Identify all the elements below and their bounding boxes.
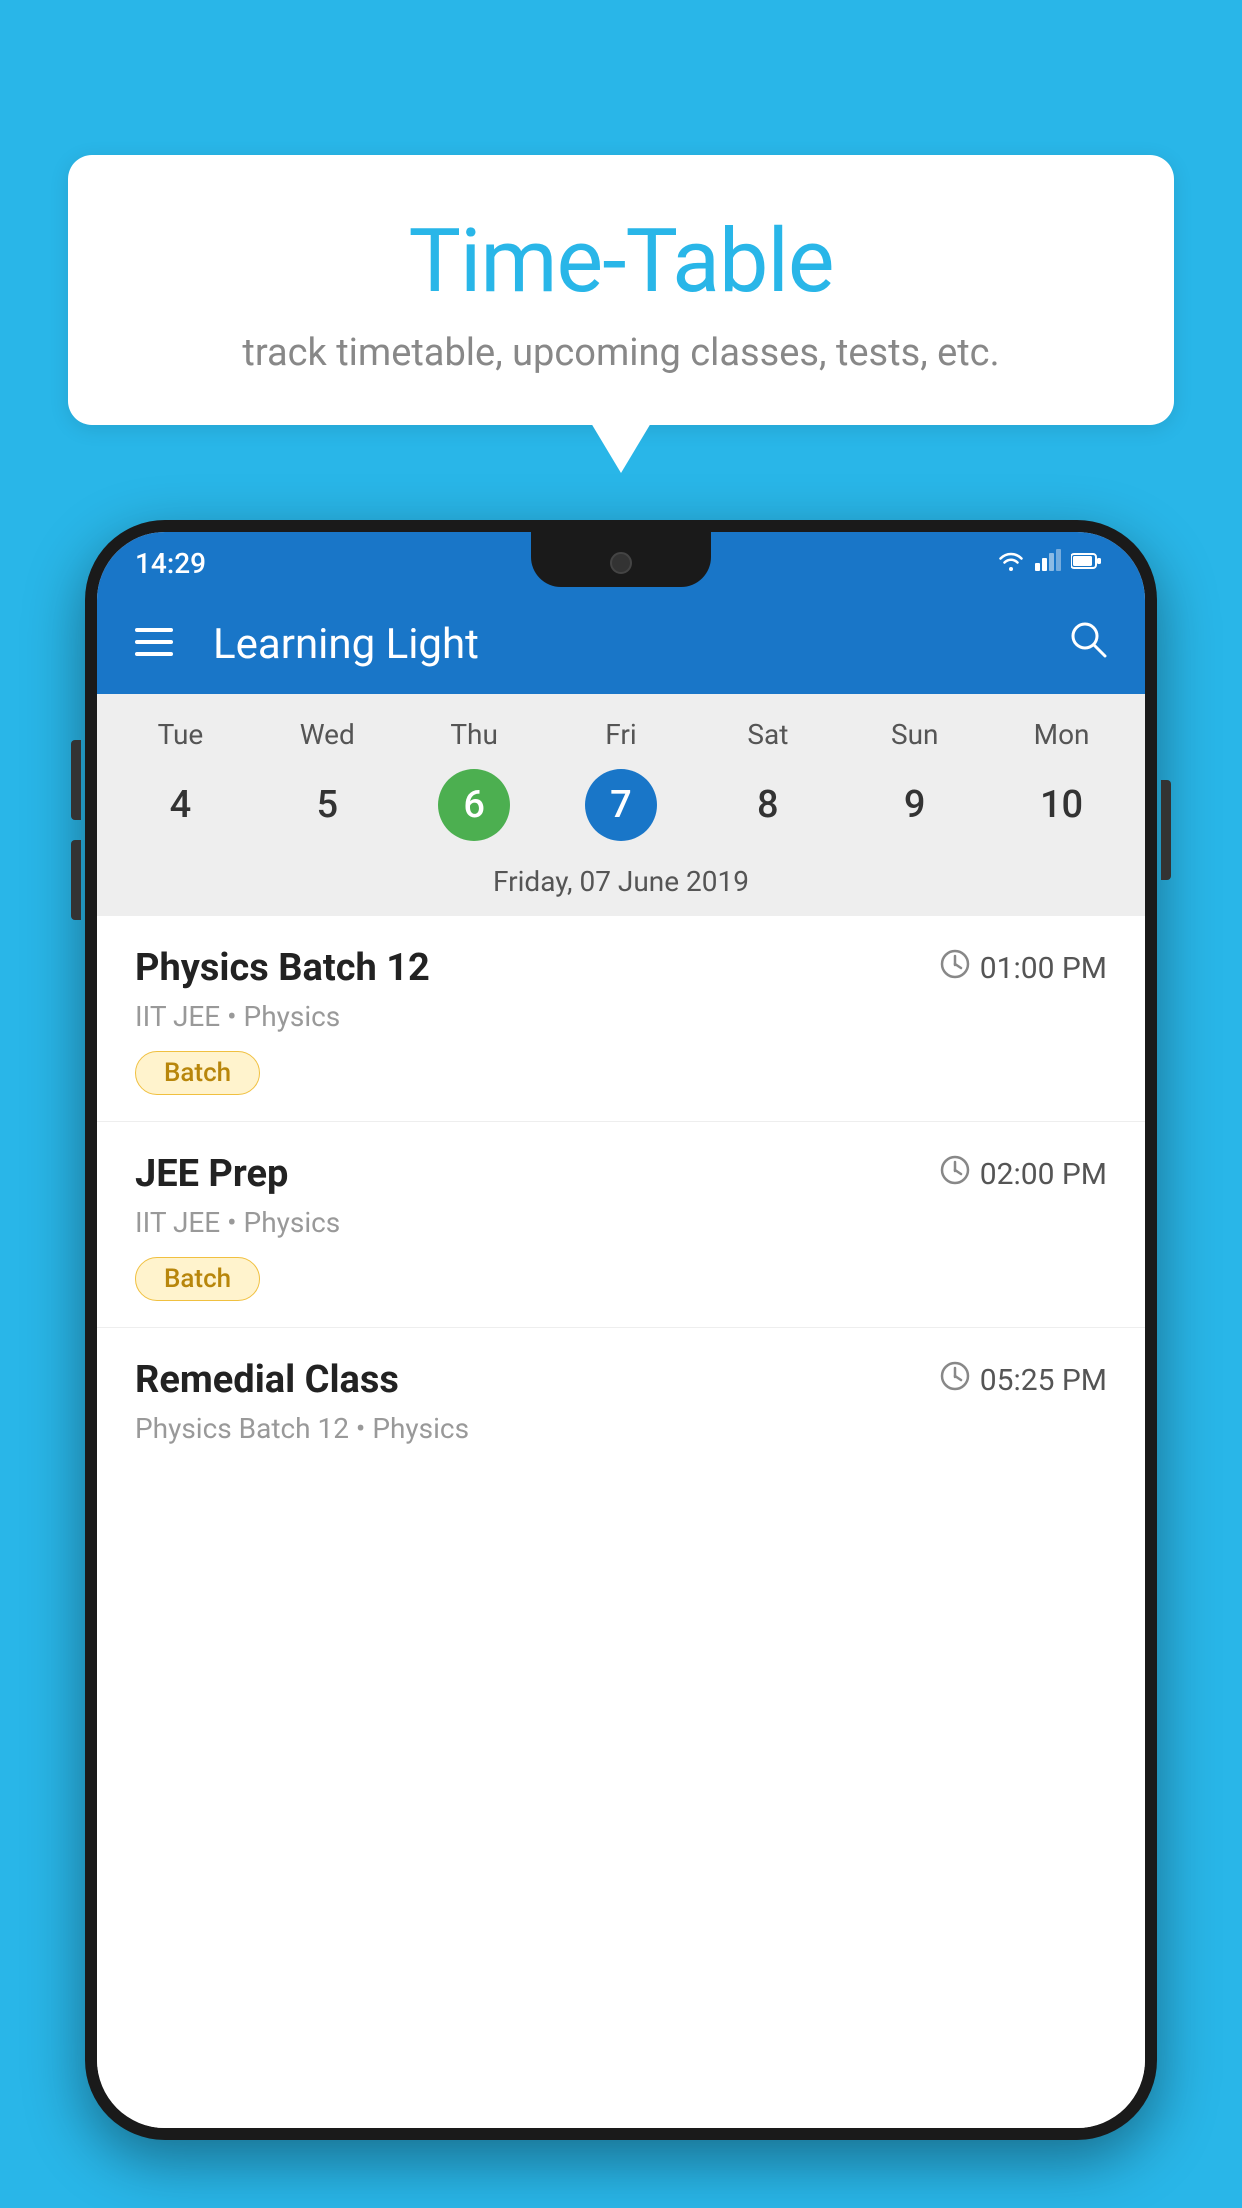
schedule-list: Physics Batch 12 01:00 PM: [97, 916, 1145, 2128]
phone-wrapper: 14:29: [85, 520, 1157, 2208]
schedule-item-1[interactable]: Physics Batch 12 01:00 PM: [97, 916, 1145, 1122]
battery-icon: [1071, 551, 1101, 576]
search-icon[interactable]: [1069, 620, 1107, 668]
day-numbers: 4 5 6 7 8: [107, 757, 1135, 855]
day-header-wed: Wed: [254, 712, 401, 757]
menu-icon[interactable]: [135, 626, 173, 662]
schedule-item-3-header: Remedial Class 05:25 PM: [135, 1358, 1107, 1402]
day-cell-10[interactable]: 10: [988, 765, 1135, 845]
volume-down-button: [71, 840, 81, 920]
speech-bubble-container: Time-Table track timetable, upcoming cla…: [68, 155, 1174, 425]
schedule-item-3-title: Remedial Class: [135, 1358, 399, 1402]
bubble-subtitle: track timetable, upcoming classes, tests…: [128, 331, 1114, 375]
day-num-10: 10: [1026, 769, 1098, 841]
schedule-item-1-time-text: 01:00 PM: [980, 951, 1107, 986]
day-cell-8[interactable]: 8: [694, 765, 841, 845]
schedule-item-1-header: Physics Batch 12 01:00 PM: [135, 946, 1107, 990]
schedule-item-1-badge: Batch: [135, 1051, 260, 1095]
day-num-7-selected: 7: [585, 769, 657, 841]
clock-icon-2: [940, 1155, 970, 1193]
day-header-sun: Sun: [841, 712, 988, 757]
schedule-item-3-subtitle: Physics Batch 12 • Physics: [135, 1412, 1107, 1445]
day-header-sat: Sat: [694, 712, 841, 757]
background: Time-Table track timetable, upcoming cla…: [0, 0, 1242, 2208]
app-title: Learning Light: [213, 620, 1069, 669]
schedule-item-2-badge: Batch: [135, 1257, 260, 1301]
day-num-8: 8: [732, 769, 804, 841]
signal-icon: [1035, 549, 1061, 577]
day-num-4: 4: [144, 769, 216, 841]
schedule-item-2-time-text: 02:00 PM: [980, 1157, 1107, 1192]
schedule-item-2[interactable]: JEE Prep 02:00 PM: [97, 1122, 1145, 1328]
day-cell-6[interactable]: 6: [401, 765, 548, 845]
day-header-fri: Fri: [548, 712, 695, 757]
phone-screen: 14:29: [97, 532, 1145, 2128]
status-icons: [997, 549, 1101, 577]
wifi-icon: [997, 549, 1025, 577]
schedule-item-2-title: JEE Prep: [135, 1152, 288, 1196]
selected-date-label: Friday, 07 June 2019: [107, 855, 1135, 916]
schedule-item-3[interactable]: Remedial Class 05:25 PM: [97, 1328, 1145, 1483]
schedule-item-1-subtitle: IIT JEE • Physics: [135, 1000, 1107, 1033]
schedule-item-1-title: Physics Batch 12: [135, 946, 430, 990]
day-header-thu: Thu: [401, 712, 548, 757]
phone-frame: 14:29: [85, 520, 1157, 2140]
volume-up-button: [71, 740, 81, 820]
day-header-mon: Mon: [988, 712, 1135, 757]
day-num-6-today: 6: [438, 769, 510, 841]
phone-notch: [531, 532, 711, 587]
schedule-item-2-header: JEE Prep 02:00 PM: [135, 1152, 1107, 1196]
bubble-title: Time-Table: [128, 210, 1114, 313]
schedule-item-3-time-text: 05:25 PM: [980, 1363, 1107, 1398]
day-cell-7[interactable]: 7: [548, 765, 695, 845]
phone-camera: [610, 552, 632, 574]
app-bar: Learning Light: [97, 594, 1145, 694]
day-cell-4[interactable]: 4: [107, 765, 254, 845]
power-button: [1161, 780, 1171, 880]
day-cell-5[interactable]: 5: [254, 765, 401, 845]
day-num-5: 5: [291, 769, 363, 841]
schedule-item-2-time: 02:00 PM: [940, 1155, 1107, 1193]
day-header-tue: Tue: [107, 712, 254, 757]
clock-icon-1: [940, 949, 970, 987]
speech-bubble: Time-Table track timetable, upcoming cla…: [68, 155, 1174, 425]
day-num-9: 9: [879, 769, 951, 841]
status-time: 14:29: [135, 547, 206, 580]
clock-icon-3: [940, 1361, 970, 1399]
day-cell-9[interactable]: 9: [841, 765, 988, 845]
schedule-item-3-time: 05:25 PM: [940, 1361, 1107, 1399]
day-headers: Tue Wed Thu Fri Sat Sun Mon: [107, 694, 1135, 757]
schedule-item-1-time: 01:00 PM: [940, 949, 1107, 987]
schedule-item-2-subtitle: IIT JEE • Physics: [135, 1206, 1107, 1239]
calendar-strip: Tue Wed Thu Fri Sat Sun Mon 4 5: [97, 694, 1145, 916]
